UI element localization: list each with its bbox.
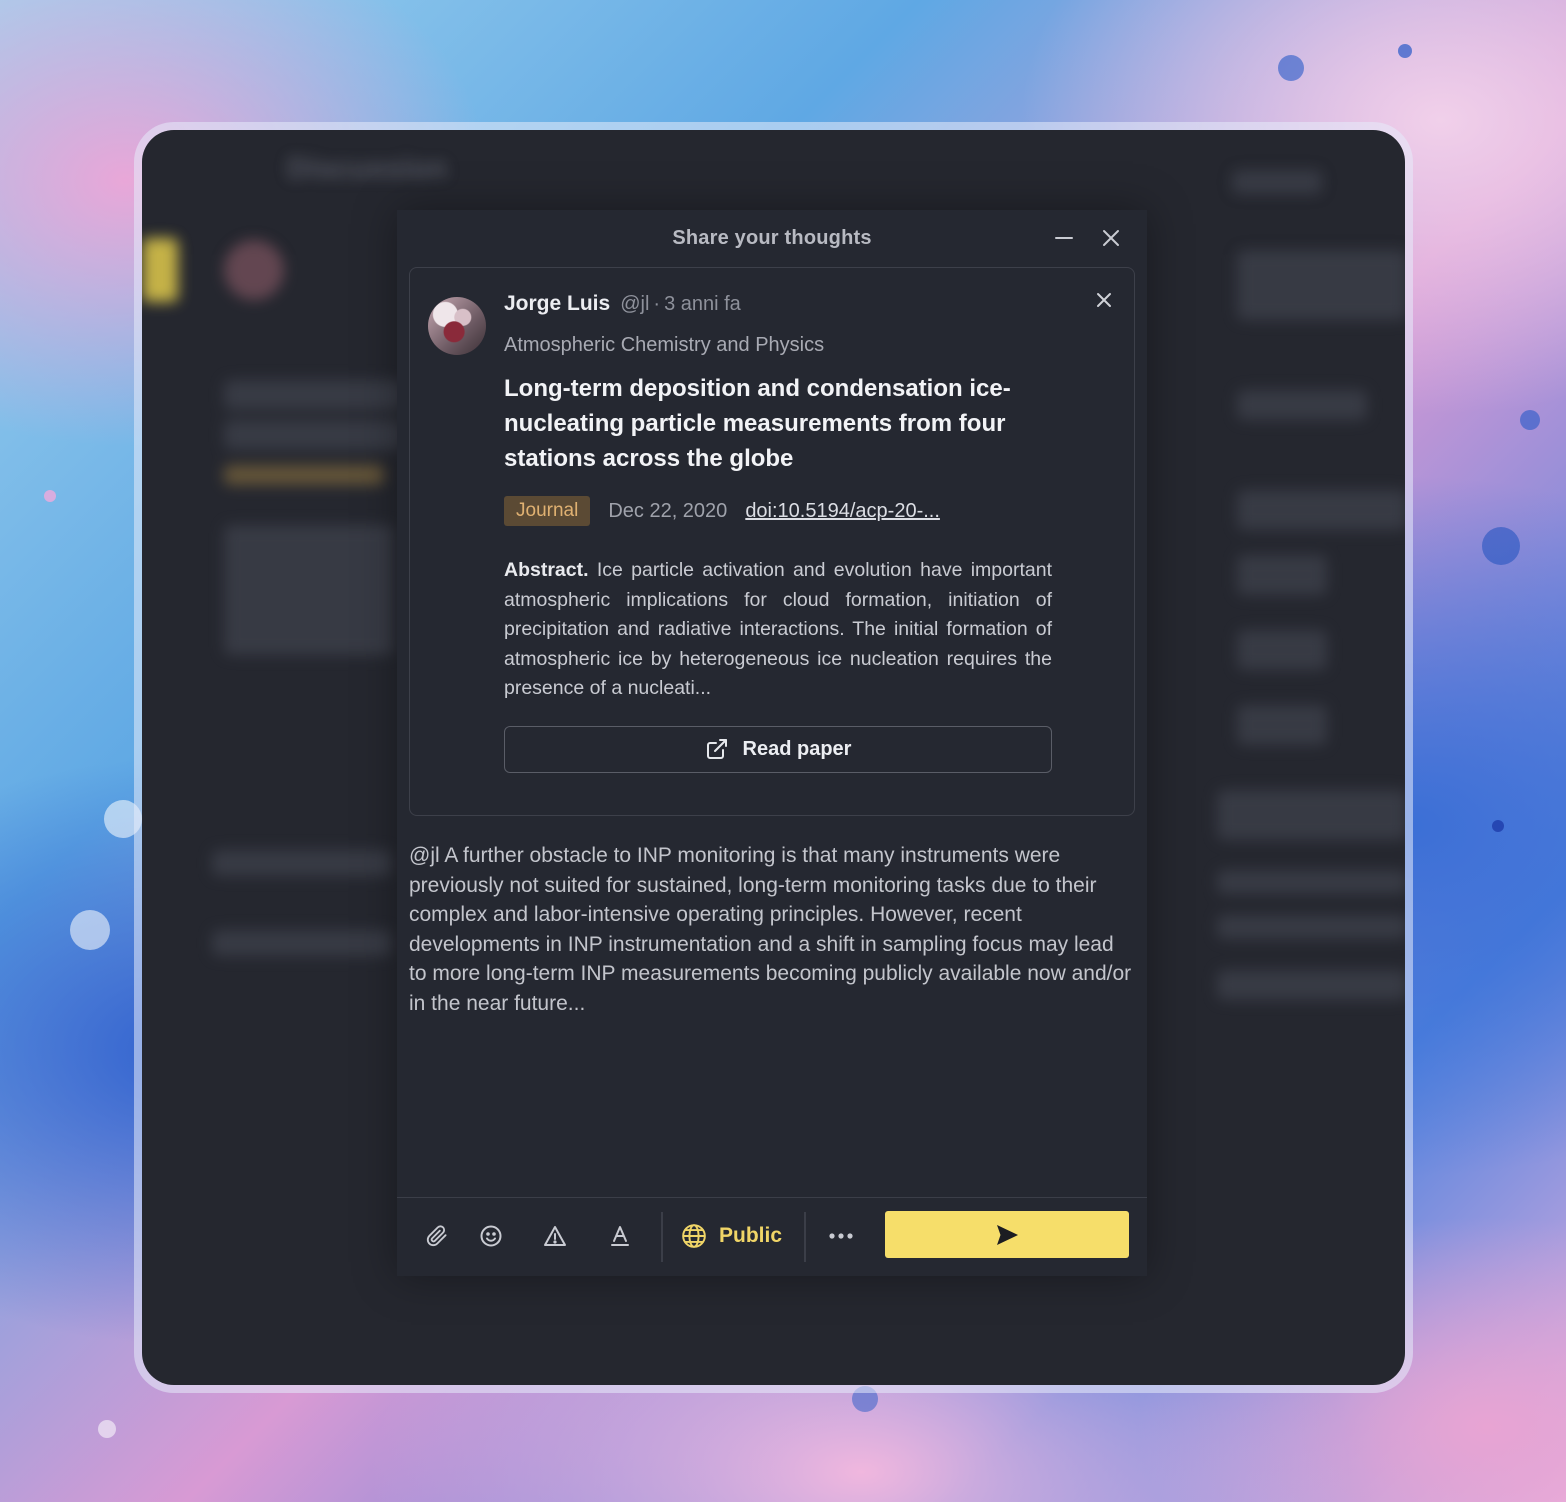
blurred-block [1217,970,1405,1000]
toolbar-divider [804,1212,806,1262]
paper-meta-row: Journal Dec 22, 2020 doi:10.5194/acp-20-… [504,496,1052,526]
blurred-block [1217,870,1405,894]
minimize-button[interactable] [1048,222,1080,254]
remove-quote-button[interactable] [1090,286,1118,314]
more-icon [829,1233,853,1239]
globe-icon [682,1224,706,1248]
blurred-block [224,240,284,300]
post-time-ago: 3 anni fa [664,293,741,315]
emoji-button[interactable] [473,1218,509,1254]
blurred-block [1217,790,1405,840]
visibility-label: Public [719,1224,783,1247]
blurred-block [1237,490,1405,530]
text-format-icon [611,1226,629,1246]
background-page-title: Discussion [287,152,448,185]
dialog-title: Share your thoughts [672,226,872,249]
close-icon [1103,230,1119,246]
emoji-icon [480,1225,502,1247]
author-avatar[interactable] [428,297,486,355]
content-warning-button[interactable] [537,1218,573,1254]
more-options-button[interactable] [823,1218,859,1254]
paper-abstract: Abstract. Ice particle activation and ev… [504,556,1052,704]
paper-title[interactable]: Long-term deposition and condensation ic… [504,371,1052,476]
blurred-block [1237,630,1327,670]
minus-icon [1055,237,1073,239]
read-paper-label: Read paper [742,737,852,760]
blurred-block [224,420,404,450]
abstract-label: Abstract. [504,559,589,581]
wallpaper-bubble [98,1420,116,1438]
meta-separator: · [653,293,661,315]
blurred-block [224,525,394,655]
visibility-selector[interactable]: Public [681,1218,782,1254]
warning-icon [544,1226,566,1246]
composer-text-area[interactable]: @jl A further obstacle to INP monitoring… [409,841,1135,1018]
wallpaper-bubble [1520,410,1540,430]
publication-date: Dec 22, 2020 [608,499,728,522]
close-dialog-button[interactable] [1095,222,1127,254]
blurred-block [1237,250,1405,320]
composer-toolbar: Public [397,1197,1147,1276]
wallpaper-bubble [1492,820,1504,832]
app-surface: Discussion Share your thoughts Jorge Lui… [142,130,1405,1385]
author-handle[interactable]: @jl [620,293,649,316]
blurred-block [212,930,392,956]
blurred-block [1217,915,1405,939]
author-name[interactable]: Jorge Luis [504,292,610,316]
blurred-block [1237,555,1327,595]
send-button[interactable] [885,1211,1129,1258]
close-icon [1097,293,1111,307]
share-dialog: Share your thoughts Jorge Luis @jl · 3 a… [397,210,1147,1276]
text-format-button[interactable] [602,1218,638,1254]
quoted-post-body: Jorge Luis @jl · 3 anni fa Atmospheric C… [504,292,1052,773]
blurred-block [1237,705,1327,745]
wallpaper-bubble [44,490,56,502]
read-paper-button[interactable]: Read paper [504,725,1052,773]
paper-type-badge: Journal [504,496,591,526]
attach-button[interactable] [419,1218,455,1254]
blurred-block [224,465,384,485]
wallpaper-bubble [70,910,110,950]
quoted-paper-card: Jorge Luis @jl · 3 anni fa Atmospheric C… [409,267,1135,816]
paperclip-icon [426,1225,447,1247]
blurred-block [224,380,404,410]
doi-link[interactable]: doi:10.5194/acp-20-... [745,500,940,523]
blurred-block [212,850,392,876]
blurred-block [1237,390,1367,420]
wallpaper-bubble [1398,44,1412,58]
blurred-block [142,238,178,302]
author-line: Jorge Luis @jl · 3 anni fa [504,292,1052,324]
journal-name: Atmospheric Chemistry and Physics [504,334,825,356]
app-window: Discussion Share your thoughts Jorge Lui… [134,122,1413,1393]
wallpaper-bubble [1278,55,1304,81]
blurred-block [1232,170,1322,194]
wallpaper-bubble [1482,527,1520,565]
external-link-icon [706,739,727,759]
dialog-header: Share your thoughts [397,210,1147,266]
send-icon [997,1224,1018,1245]
toolbar-divider [661,1212,663,1262]
